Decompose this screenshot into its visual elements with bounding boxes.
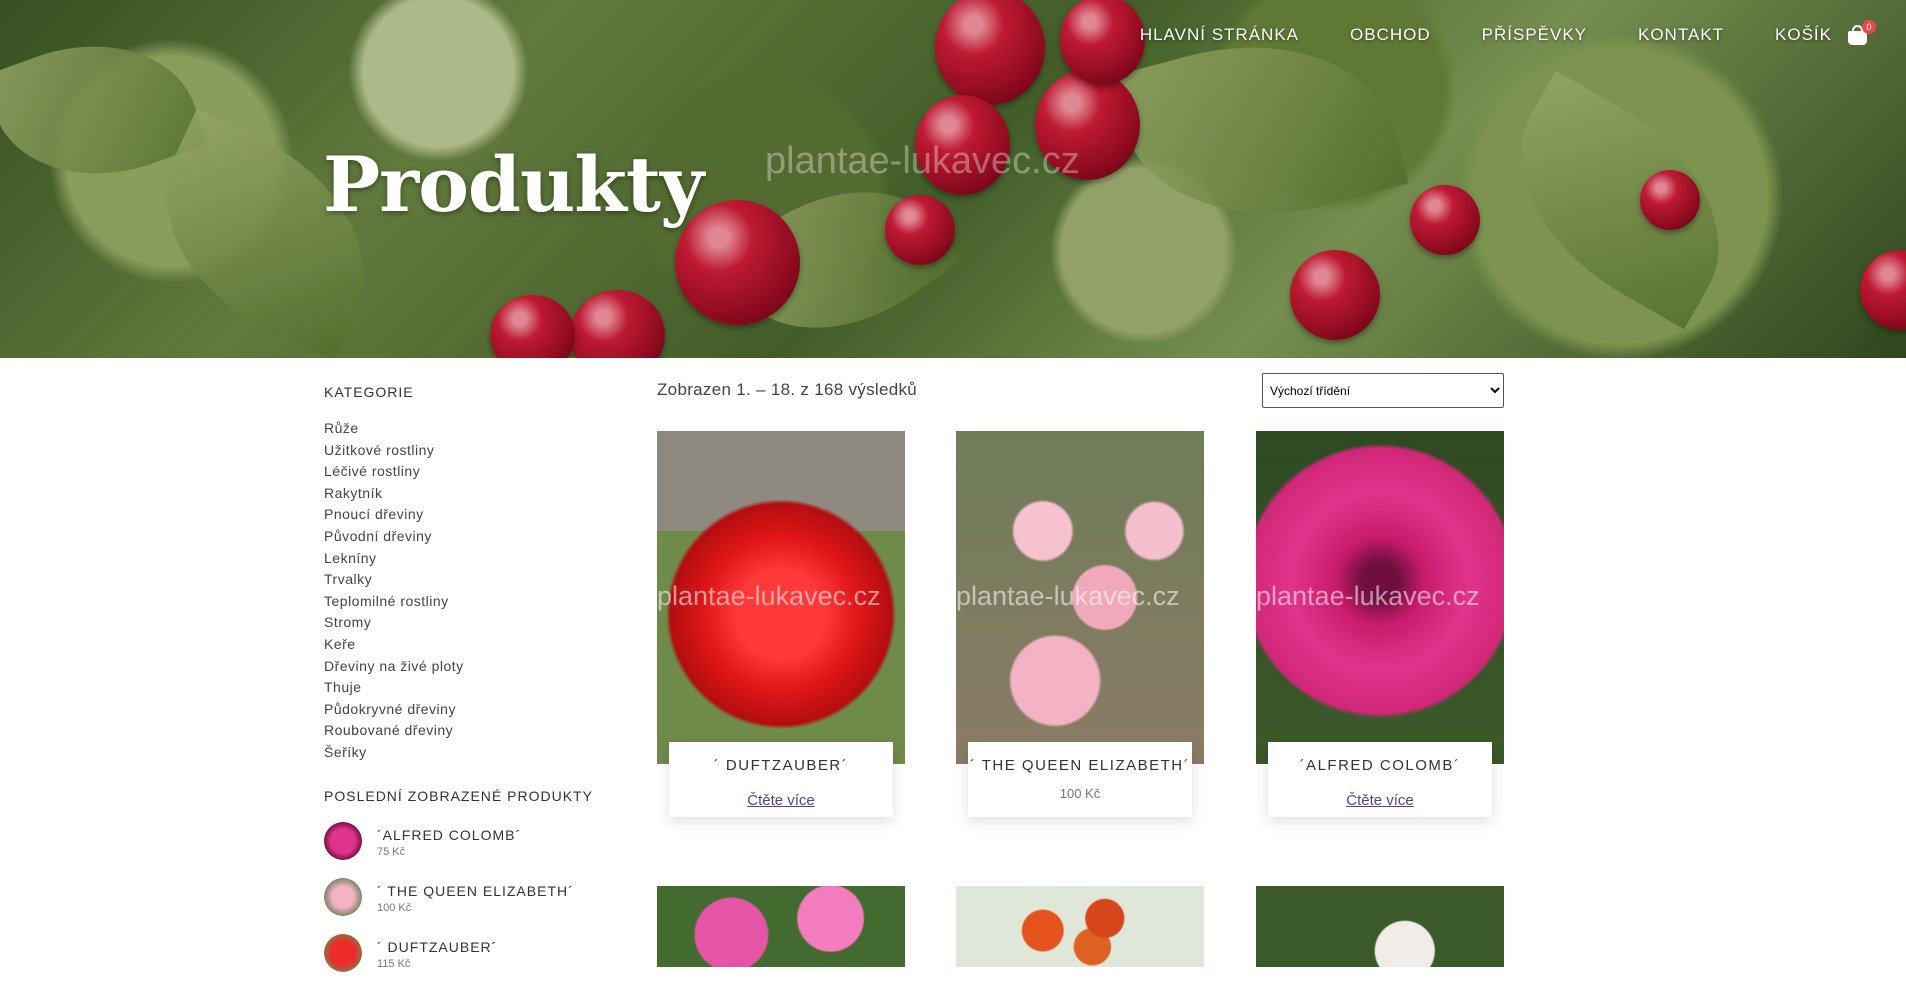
main-nav: HLAVNÍ STRÁNKA OBCHOD PŘÍSPĚVKY KONTAKT …: [1089, 20, 1876, 46]
category-link[interactable]: Léčivé rostliny: [324, 461, 614, 483]
recent-product-thumbnail[interactable]: [324, 933, 362, 972]
recent-product-thumbnail[interactable]: [324, 821, 362, 860]
cart-icon[interactable]: 0: [1846, 20, 1876, 46]
product-info: ´ALFRED COLOMB´ Čtěte více: [1268, 742, 1492, 817]
recent-product-thumbnail[interactable]: [324, 877, 362, 916]
category-link[interactable]: Teplomilné rostliny: [324, 591, 614, 613]
product-image[interactable]: [956, 886, 1204, 967]
category-link[interactable]: Původní dřeviny: [324, 526, 614, 548]
category-link[interactable]: Pnoucí dřeviny: [324, 504, 614, 526]
sort-select[interactable]: Výchozí třídění: [1262, 373, 1504, 408]
recent-products-list: ´ALFRED COLOMB´ 75 Kč ´ THE QUEEN ELIZAB…: [324, 821, 614, 990]
sidebar: KATEGORIE Růže Užitkové rostliny Léčivé …: [324, 384, 614, 990]
product-image[interactable]: plantae-lukavec.cz: [657, 431, 905, 764]
page-title: Produkty: [323, 140, 704, 229]
recent-product[interactable]: ´ DUFTZAUBER´ 115 Kč: [324, 933, 614, 990]
product-info: ´ DUFTZAUBER´ Čtěte více: [669, 742, 893, 817]
category-list: Růže Užitkové rostliny Léčivé rostliny R…: [324, 418, 614, 764]
recent-product[interactable]: ´ THE QUEEN ELIZABETH´ 100 Kč: [324, 877, 614, 934]
nav-posts[interactable]: PŘÍSPĚVKY: [1482, 25, 1587, 45]
image-watermark: plantae-lukavec.cz: [657, 581, 881, 611]
nav-shop[interactable]: OBCHOD: [1350, 25, 1431, 45]
category-link[interactable]: Trvalky: [324, 569, 614, 591]
recent-product-price: 100 Kč: [377, 901, 412, 914]
category-link[interactable]: Lekníny: [324, 548, 614, 570]
read-more-link[interactable]: Čtěte více: [1346, 792, 1414, 809]
product-image[interactable]: plantae-lukavec.cz: [1256, 431, 1504, 764]
category-link[interactable]: Půdokryvné dřeviny: [324, 699, 614, 721]
recent-product-name[interactable]: ´ THE QUEEN ELIZABETH´: [377, 878, 574, 899]
nav-home[interactable]: HLAVNÍ STRÁNKA: [1140, 25, 1299, 45]
product-name[interactable]: ´ THE QUEEN ELIZABETH´: [968, 757, 1192, 774]
product-info: ´ THE QUEEN ELIZABETH´ 100 Kč: [968, 742, 1192, 817]
product-name[interactable]: ´ DUFTZAUBER´: [669, 757, 893, 774]
category-link[interactable]: Roubované dřeviny: [324, 720, 614, 742]
product-image[interactable]: [657, 886, 905, 967]
recent-product-name[interactable]: ´ DUFTZAUBER´: [377, 934, 497, 955]
recent-product-price: 75 Kč: [377, 845, 406, 858]
recent-product-name[interactable]: ´ALFRED COLOMB´: [377, 822, 521, 843]
category-link[interactable]: Keře: [324, 634, 614, 656]
product-price: 100 Kč: [1059, 786, 1101, 801]
category-link[interactable]: Růže: [324, 418, 614, 440]
category-link[interactable]: Thuje: [324, 677, 614, 699]
category-link[interactable]: Šeříky: [324, 742, 614, 764]
category-link[interactable]: Stromy: [324, 612, 614, 634]
read-more-link[interactable]: Čtěte více: [747, 792, 815, 809]
product-image[interactable]: [1256, 886, 1504, 967]
product-image[interactable]: plantae-lukavec.cz: [956, 431, 1204, 764]
product-name[interactable]: ´ALFRED COLOMB´: [1268, 757, 1492, 774]
nav-cart[interactable]: KOŠÍK: [1775, 25, 1832, 45]
recent-product-price: 115 Kč: [377, 957, 411, 970]
category-link[interactable]: Dřeviny na živé ploty: [324, 656, 614, 678]
hero-watermark: plantae-lukavec.cz: [765, 140, 1080, 182]
image-watermark: plantae-lukavec.cz: [956, 581, 1180, 611]
category-link[interactable]: Užitkové rostliny: [324, 440, 614, 462]
recent-product[interactable]: ´ALFRED COLOMB´ 75 Kč: [324, 821, 614, 878]
cart-count-badge: 0: [1862, 20, 1876, 34]
hero-banner: plantae-lukavec.cz Produkty HLAVNÍ STRÁN…: [0, 0, 1906, 358]
result-count: Zobrazen 1. – 18. z 168 výsledků: [657, 380, 918, 399]
recent-products-heading: POSLEDNÍ ZOBRAZENÉ PRODUKTY: [324, 787, 593, 804]
categories-heading: KATEGORIE: [324, 384, 414, 400]
cart-bag-shape: [1848, 31, 1867, 45]
image-watermark: plantae-lukavec.cz: [1256, 581, 1480, 611]
category-link[interactable]: Rakytník: [324, 483, 614, 505]
nav-contact[interactable]: KONTAKT: [1638, 25, 1724, 45]
